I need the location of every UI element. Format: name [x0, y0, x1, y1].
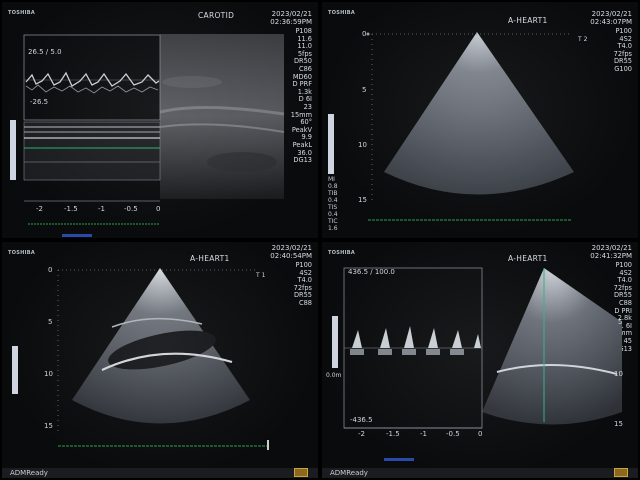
depth-tick: 15	[44, 422, 53, 430]
param-value: 0.4	[328, 197, 338, 204]
depth-tick: 15	[614, 420, 623, 428]
cardiac-doppler-image	[332, 267, 622, 461]
depth-tick: 0	[48, 266, 53, 274]
time-tick: -0.5	[124, 205, 138, 213]
depth-tick: 0	[362, 30, 367, 38]
param-value: TIB	[328, 190, 338, 197]
panel-carotid: TOSHIBA CAROTID 2023/02/21 02:36:59PM P1…	[2, 2, 318, 238]
time-tick: -2	[36, 205, 43, 213]
carotid-image	[10, 34, 285, 237]
panel-heart-doppler: TOSHIBA A-HEART1 2023/02/21 02:41:32PM P…	[322, 242, 638, 478]
time-tick: -1	[420, 430, 427, 438]
time-tick: -1	[98, 205, 105, 213]
doppler-baseline-label: 0.0m	[326, 372, 342, 379]
storage-icon[interactable]	[614, 468, 628, 477]
time-tick: 0	[478, 430, 483, 438]
depth-tick: 5	[362, 86, 367, 94]
param-value: TIS	[328, 204, 338, 211]
doppler-scale-top: 26.5 / 5.0	[28, 48, 62, 56]
depth-tick: 5	[48, 318, 53, 326]
doppler-scale-bottom: -436.5	[350, 416, 373, 424]
depth-tick: 10	[44, 370, 53, 378]
status-text: ADMReady	[330, 469, 368, 477]
status-bar: ADMReady	[322, 468, 638, 478]
cardiac-sector-image	[12, 268, 269, 450]
status-bar: ADMReady	[2, 468, 318, 478]
param-value: 0.4	[328, 211, 338, 218]
depth-tick: 10	[358, 141, 367, 149]
panel-heart-top: TOSHIBA A-HEART1 2023/02/21 02:43:07PM P…	[322, 2, 638, 238]
doppler-scale-bottom: -26.5	[30, 98, 49, 106]
panel-heart-bottom-left: TOSHIBA A-HEART1 2023/02/21 02:40:54PM P…	[2, 242, 318, 478]
param-value: 0.8	[328, 183, 338, 190]
doppler-scale-top: 436.5 / 100.0	[348, 268, 395, 276]
depth-tick: 10	[614, 370, 623, 378]
depth-tick: 5	[618, 318, 623, 326]
safety-indices: MI 0.8 TIB 0.4 TIS 0.4 TIC 1.6	[328, 176, 338, 232]
time-tick: 0	[156, 205, 161, 213]
storage-icon[interactable]	[294, 468, 308, 477]
status-text: ADMReady	[10, 469, 48, 477]
cardiac-sector-image	[328, 32, 574, 221]
time-tick: -1.5	[386, 430, 400, 438]
time-tick: -0.5	[446, 430, 460, 438]
depth-tick: 15	[358, 196, 367, 204]
param-value: 1.6	[328, 225, 338, 232]
time-tick: -1.5	[64, 205, 78, 213]
param-value: TIC	[328, 218, 338, 225]
time-tick: -2	[358, 430, 365, 438]
param-value: MI	[328, 176, 335, 183]
